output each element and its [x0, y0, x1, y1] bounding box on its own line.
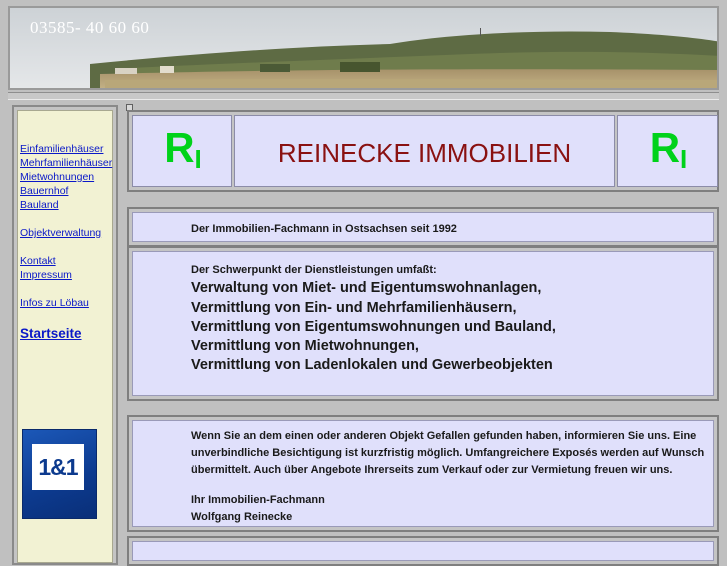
- ri-logo-left-sub: I: [194, 144, 202, 174]
- phone-number: 03585- 40 60 60: [30, 18, 150, 37]
- signature-name: Wolfgang Reinecke: [191, 511, 293, 523]
- next-panel: [127, 536, 719, 566]
- next-panel-inner: [132, 541, 714, 561]
- tagline-text: Der Immobilien-Fachmann in Ostsachsen se…: [191, 223, 457, 235]
- title-panel: RI REINECKE IMMOBILIEN RI: [127, 110, 719, 192]
- logo-cell-right: RI: [617, 115, 718, 187]
- nav-link-kontakt[interactable]: Kontakt: [20, 255, 56, 267]
- nav-link-einfamilienhaeuser[interactable]: Einfamilienhäuser: [20, 143, 103, 155]
- ri-logo-right: RI: [618, 124, 717, 175]
- nav-link-infos-loebau[interactable]: Infos zu Löbau: [20, 297, 89, 309]
- service-item: Vermittlung von Ladenlokalen und Gewerbe…: [191, 357, 553, 373]
- nav-link-mehrfamilienhaeuser[interactable]: Mehrfamilienhäuser: [20, 157, 112, 169]
- nav-link-mietwohnungen[interactable]: Mietwohnungen: [20, 171, 94, 183]
- nav-link-startseite[interactable]: Startseite: [20, 326, 82, 341]
- ri-logo-right-main: R: [649, 124, 680, 171]
- company-name: REINECKE IMMOBILIEN: [277, 138, 572, 168]
- services-intro: Der Schwerpunkt der Dienstleistungen umf…: [191, 264, 437, 276]
- contact-note-inner: Wenn Sie an dem einen oder anderen Objek…: [132, 420, 714, 527]
- service-item: Vermittlung von Eigentumswohnungen und B…: [191, 319, 556, 335]
- company-cell: REINECKE IMMOBILIEN: [234, 115, 615, 187]
- service-item: Verwaltung von Miet- und Eigentumswohnan…: [191, 280, 542, 296]
- ri-logo-left-main: R: [164, 124, 194, 171]
- contact-note-line: übermittelt. Auch über Angebote Ihrersei…: [191, 464, 673, 476]
- partner-logo-text: 1&1: [38, 453, 78, 480]
- logo-cell-left: RI: [132, 115, 232, 187]
- ri-logo-right-sub: I: [680, 144, 687, 174]
- header-banner: 03585- 40 60 60: [8, 6, 719, 90]
- services-inner: Der Schwerpunkt der Dienstleistungen umf…: [132, 251, 714, 396]
- contact-note-line: unverbindliche Besichtigung ist kurzfris…: [191, 447, 705, 459]
- tagline-inner: Der Immobilien-Fachmann in Ostsachsen se…: [132, 212, 714, 242]
- nav-link-bauland[interactable]: Bauland: [20, 199, 59, 211]
- partner-logo-1und1[interactable]: 1&1: [22, 429, 97, 519]
- service-item: Vermittlung von Mietwohnungen,: [191, 338, 419, 354]
- contact-note-panel: Wenn Sie an dem einen oder anderen Objek…: [127, 415, 719, 532]
- sidebar: Einfamilienhäuser Mehrfamilienhäuser Mie…: [12, 105, 118, 565]
- title-row: RI REINECKE IMMOBILIEN RI: [132, 115, 718, 187]
- service-item: Vermittlung von Ein- und Mehrfamilienhäu…: [191, 300, 517, 316]
- ri-logo-left: RI: [133, 124, 231, 175]
- services-panel: Der Schwerpunkt der Dienstleistungen umf…: [127, 246, 719, 401]
- nav-link-impressum[interactable]: Impressum: [20, 269, 72, 281]
- nav-link-bauernhof[interactable]: Bauernhof: [20, 185, 68, 197]
- partner-logo-tag: 1&1: [32, 444, 84, 490]
- contact-note-line: Wenn Sie an dem einen oder anderen Objek…: [191, 430, 697, 442]
- nav-link-objektverwaltung[interactable]: Objektverwaltung: [20, 227, 101, 239]
- signature-title: Ihr Immobilien-Fachmann: [191, 494, 325, 506]
- tagline-panel: Der Immobilien-Fachmann in Ostsachsen se…: [127, 207, 719, 247]
- header-divider: [8, 92, 719, 100]
- sidebar-nav: Einfamilienhäuser Mehrfamilienhäuser Mie…: [17, 110, 113, 563]
